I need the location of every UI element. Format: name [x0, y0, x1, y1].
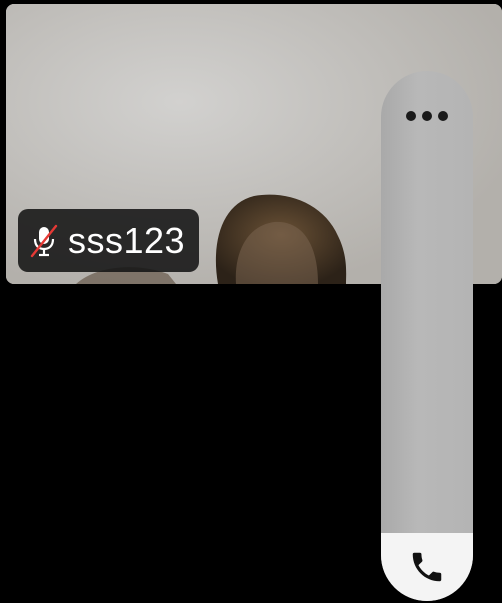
participant-name-chip: sss123 — [18, 209, 200, 272]
more-options-button[interactable] — [381, 71, 473, 161]
more-horizontal-icon — [406, 111, 448, 121]
participant-name: sss123 — [68, 219, 186, 261]
call-controls-panel — [381, 71, 473, 601]
phone-icon — [412, 552, 442, 582]
mic-off-icon — [26, 221, 62, 261]
end-call-button[interactable] — [381, 533, 473, 601]
video-call-screen: sss123 — [0, 0, 502, 603]
